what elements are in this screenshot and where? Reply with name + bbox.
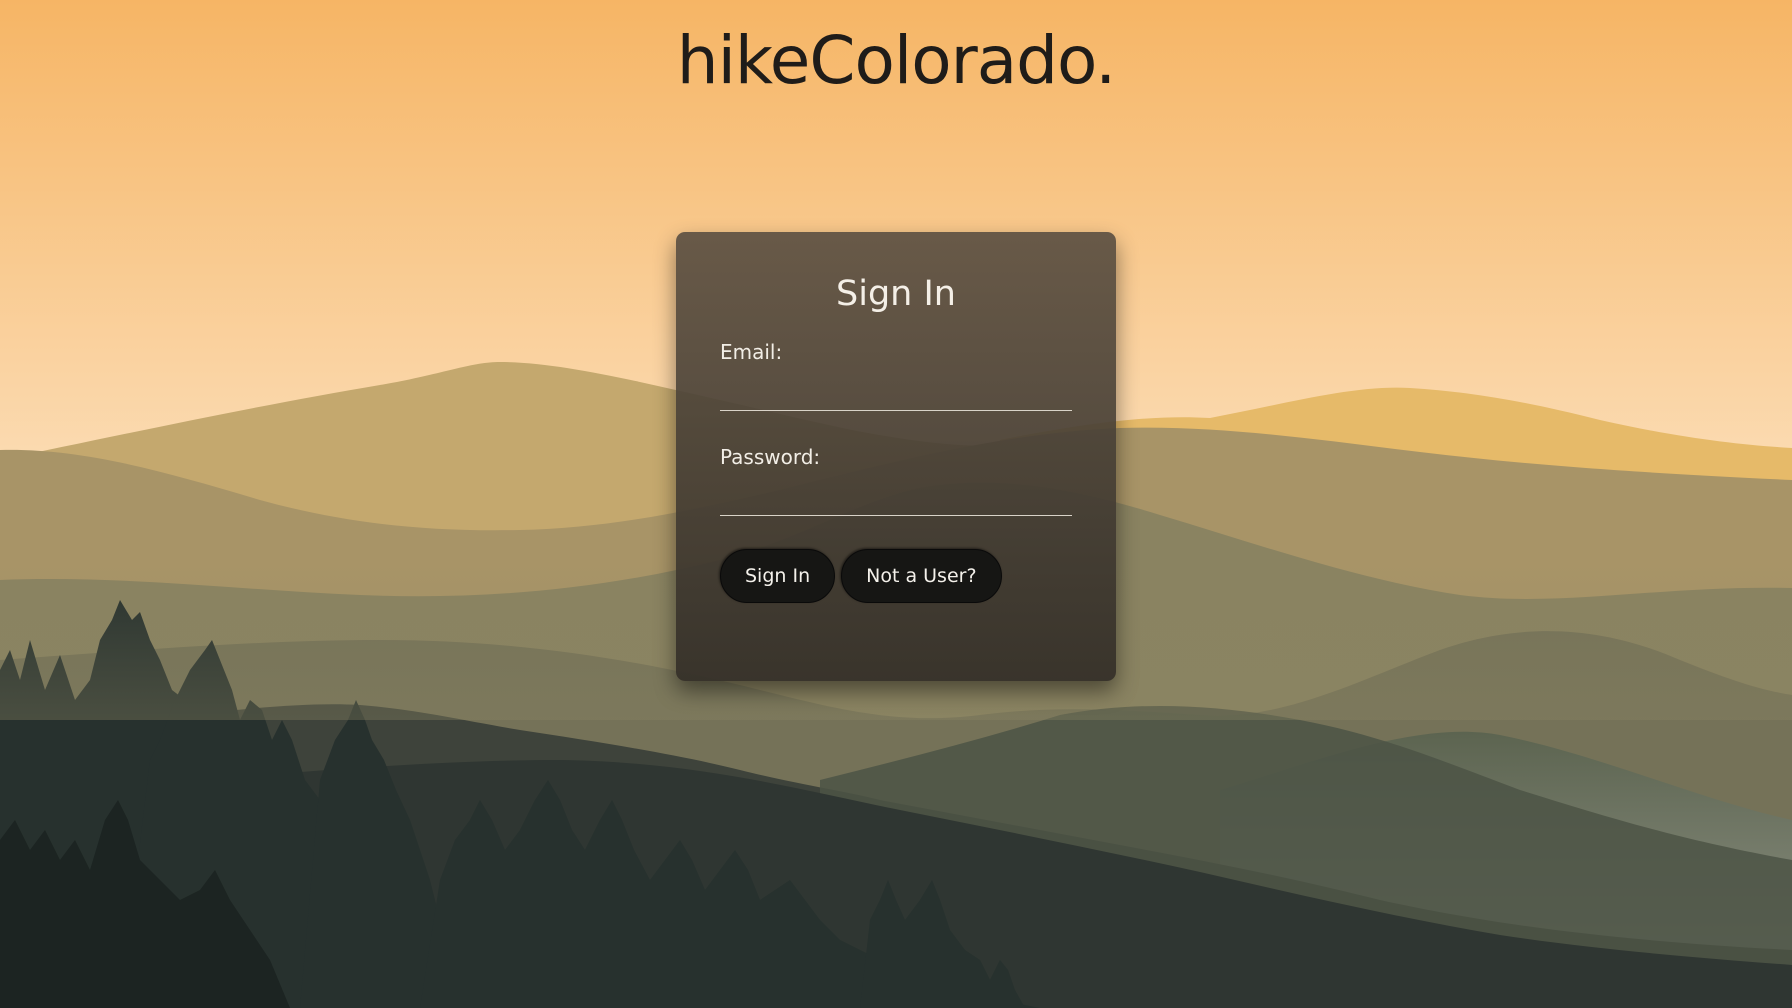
not-a-user-button[interactable]: Not a User? <box>841 549 1002 603</box>
page: hikeColorado. Sign In Email: Password: S… <box>0 0 1792 1008</box>
password-field[interactable] <box>720 479 1072 516</box>
email-field[interactable] <box>720 374 1072 411</box>
site-title: hikeColorado. <box>676 22 1117 99</box>
password-label: Password: <box>720 445 821 469</box>
sign-in-card: Sign In Email: Password: Sign In Not a U… <box>676 232 1116 681</box>
button-row: Sign In Not a User? <box>720 549 1072 603</box>
email-label: Email: <box>720 340 783 364</box>
sign-in-heading: Sign In <box>836 274 956 314</box>
sign-in-button[interactable]: Sign In <box>720 549 836 603</box>
